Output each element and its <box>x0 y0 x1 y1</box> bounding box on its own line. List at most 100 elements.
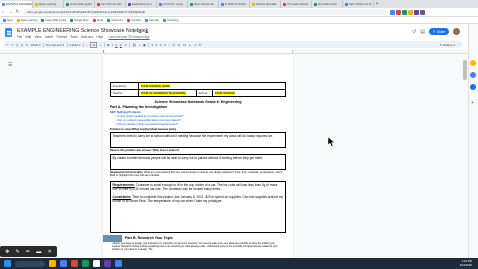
text-color-button[interactable]: A <box>120 43 122 47</box>
url-input[interactable]: docs.google.com/document/d/1Wxv0ffUPIaaf… <box>24 9 386 15</box>
taskbar-app-icon[interactable] <box>49 260 56 267</box>
bulleted-list-icon[interactable]: •≡ <box>178 43 181 47</box>
problem-box[interactable]: Teachers need to carry ice to school wit… <box>110 132 286 148</box>
editing-mode-select[interactable]: ✎ Editing ▾ <box>440 43 455 47</box>
bookmark-item[interactable]: Classroom <box>107 18 123 22</box>
print-icon[interactable]: ⎙ <box>16 43 18 47</box>
decrease-indent-icon[interactable]: ⇤ <box>189 43 192 47</box>
back-icon[interactable]: ← <box>0 9 7 15</box>
spellcheck-icon[interactable]: A <box>21 43 23 47</box>
keep-icon[interactable] <box>470 60 476 66</box>
star-icon[interactable]: ☆ <box>132 29 136 34</box>
justify-icon[interactable]: ≡ <box>164 43 166 47</box>
new-tab-button[interactable]: + <box>374 1 380 8</box>
line-spacing-icon[interactable]: ↕ <box>168 43 170 47</box>
move-handle-icon[interactable]: ✥ <box>5 249 9 255</box>
zoom-select[interactable]: 100% ▾ <box>30 43 40 47</box>
share-button[interactable]: 🔒 Share <box>428 28 449 35</box>
menu-edit[interactable]: Edit <box>26 35 32 39</box>
add-comment-icon[interactable]: + <box>139 43 141 47</box>
extension-icon[interactable] <box>413 9 419 15</box>
tasks-icon[interactable] <box>470 72 476 78</box>
account-avatar[interactable] <box>452 28 460 35</box>
school-value[interactable]: YOUR SCHOOL <box>212 89 286 97</box>
bookmark-item[interactable]: Apps <box>3 18 13 22</box>
taskbar-app-icon[interactable] <box>93 260 100 267</box>
decrease-font-icon[interactable]: − <box>86 43 88 47</box>
indent-marker-icon[interactable]: ▾ <box>103 49 106 53</box>
menu-file[interactable]: File <box>17 35 22 39</box>
clear-formatting-icon[interactable]: T̸ <box>199 43 201 47</box>
align-left-icon[interactable]: ≡ <box>151 43 153 47</box>
bookmark-item[interactable]: Google Drive <box>70 18 89 22</box>
style-select[interactable]: Normal text ▾ <box>46 43 64 47</box>
menu-view[interactable]: View <box>35 35 42 39</box>
teacher-value[interactable]: YOUR CLASSROOM TEACHER(S) <box>138 89 197 97</box>
browser-tab[interactable]: Science Specialis <box>250 1 281 8</box>
bookmark-item[interactable]: Invest-SOE.org Ed <box>41 18 66 22</box>
document-page[interactable]: Scientist(s): YOUR NAME(S) HERE Teacher:… <box>103 55 293 258</box>
document-title[interactable]: EXAMPLE ENGINEERING Science Showcase Not… <box>17 28 148 34</box>
italic-button[interactable]: I <box>112 43 113 47</box>
font-size-input[interactable]: 11 <box>90 41 98 48</box>
extension-icon[interactable] <box>389 9 395 15</box>
underline-button[interactable]: U <box>115 43 117 47</box>
comments-icon[interactable]: ▤ <box>420 29 425 35</box>
browser-tab[interactable]: Invest-SOE.org Ed <box>64 1 95 8</box>
align-center-icon[interactable]: ≡ <box>156 43 158 47</box>
align-right-icon[interactable]: ≡ <box>160 43 162 47</box>
taskbar-app-icon[interactable] <box>60 260 67 267</box>
redo-icon[interactable]: ↷ <box>11 43 14 47</box>
outline-icon[interactable]: ☰ <box>8 62 12 68</box>
highlighter-icon[interactable]: ▬ <box>36 249 41 255</box>
browser-tab[interactable]: Sec Thermal: Ess <box>95 1 126 8</box>
browser-tab[interactable]: Stem Science Ex <box>188 1 219 8</box>
collapse-icon[interactable]: ⌃ <box>457 43 460 47</box>
browser-tab[interactable]: EXAMPLE ENGINEERING Scien <box>0 1 33 8</box>
menu-insert[interactable]: Insert <box>45 35 53 39</box>
numbered-list-icon[interactable]: 1≡ <box>183 43 186 47</box>
browser-tab[interactable]: Ct Ch Ccl - Goog <box>157 1 188 8</box>
increase-font-icon[interactable]: + <box>100 43 102 47</box>
last-edit-link[interactable]: Last edit was 29 minutes ago <box>108 35 149 39</box>
increase-indent-icon[interactable]: ⇥ <box>194 43 197 47</box>
pen-icon[interactable]: ✎ <box>16 249 20 255</box>
add-addon-icon[interactable]: + <box>471 100 474 106</box>
browser-tab[interactable]: Dashboard Ing G <box>126 1 157 8</box>
browser-tab[interactable]: Stem NSSF Une Ni <box>343 1 374 8</box>
taskbar-app-icon[interactable] <box>115 260 122 267</box>
taskbar-app-icon[interactable] <box>104 260 111 267</box>
taskbar-search[interactable] <box>15 260 45 267</box>
browser-tab[interactable]: D 2020-21 School <box>219 1 250 8</box>
menu-help[interactable]: Help <box>96 35 103 39</box>
cloud-status-icon[interactable]: ☁ <box>144 29 148 34</box>
insert-image-icon[interactable]: ▣ <box>143 43 146 47</box>
requirements-box[interactable]: Requirements: Container is small enough … <box>110 181 286 233</box>
extension-icon[interactable] <box>419 9 425 15</box>
browser-tab[interactable]: 7th Grade Science <box>281 1 312 8</box>
checklist-icon[interactable]: ☑ <box>172 43 175 47</box>
close-icon[interactable]: ✕ <box>48 249 52 255</box>
system-clock[interactable]: 1:44 PM 11/4/2020 <box>460 259 472 267</box>
font-select[interactable]: Calibri ▾ <box>70 43 81 47</box>
menu-tools[interactable]: Tools <box>70 35 77 39</box>
docs-logo-icon[interactable] <box>5 28 12 37</box>
undo-icon[interactable]: ↶ <box>6 43 9 47</box>
bookmark-item[interactable]: Ignite Learning <box>16 18 37 22</box>
reload-icon[interactable]: ↻ <box>14 9 21 15</box>
move-icon[interactable]: ⧉ <box>139 29 142 34</box>
paint-format-icon[interactable]: ✎ <box>25 43 28 47</box>
browser-tab[interactable]: 6th Grade Scien <box>312 1 343 8</box>
menu-addons[interactable]: Add-ons <box>81 35 93 39</box>
bookmark-item[interactable]: Schoology <box>163 18 179 22</box>
bookmark-item[interactable]: Gmail <box>92 18 103 22</box>
forward-icon[interactable]: → <box>7 9 14 15</box>
link-icon[interactable]: ⛓ <box>132 43 136 47</box>
start-icon[interactable] <box>4 260 11 267</box>
reason-box[interactable]: By create a better thermos people will b… <box>110 153 286 170</box>
extension-icon[interactable] <box>401 9 407 15</box>
bookmark-item[interactable]: YouTube <box>127 18 141 22</box>
browser-tab[interactable]: Ignite Learning <box>33 1 64 8</box>
extension-icon[interactable] <box>407 9 413 15</box>
taskbar-app-icon[interactable] <box>71 260 78 267</box>
